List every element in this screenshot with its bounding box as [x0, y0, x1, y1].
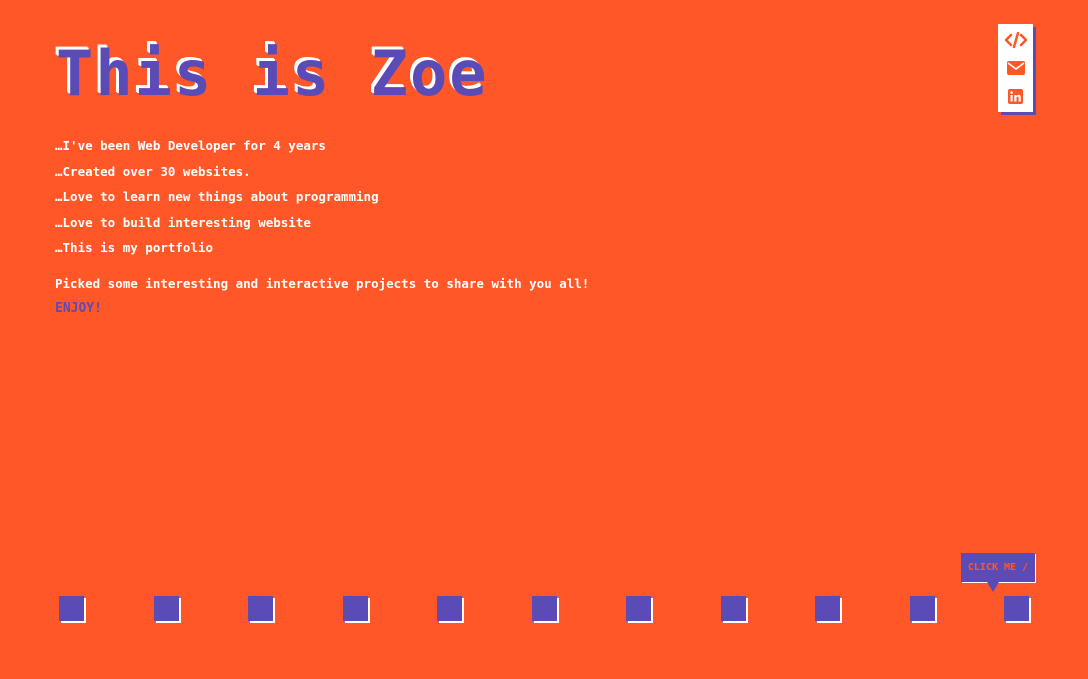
page-title: This is Zoe — [56, 37, 489, 110]
envelope-icon — [1006, 61, 1025, 75]
linkedin-link[interactable] — [1004, 85, 1028, 107]
project-square[interactable] — [248, 596, 273, 621]
project-square-last[interactable] — [1004, 596, 1029, 621]
project-square[interactable] — [626, 596, 651, 621]
project-square[interactable] — [815, 596, 840, 621]
bio-list: …I've been Web Developer for 4 years …Cr… — [55, 133, 379, 261]
project-square[interactable] — [720, 596, 746, 621]
linkedin-icon — [1008, 88, 1023, 104]
bio-line: …Created over 30 websites. — [55, 163, 251, 179]
project-square[interactable] — [153, 596, 179, 621]
project-square[interactable] — [59, 596, 84, 621]
bio-line: …I've been Web Developer for 4 years — [55, 138, 326, 153]
email-link[interactable] — [1004, 57, 1028, 79]
intro-text: Picked some interesting and interactive … — [55, 276, 590, 291]
code-link[interactable] — [1004, 29, 1028, 51]
project-square[interactable] — [342, 596, 368, 621]
project-square[interactable] — [437, 596, 462, 621]
tooltip-tail — [987, 582, 999, 592]
bio-line: …Love to learn new things about programm… — [55, 189, 379, 204]
enjoy-link[interactable]: ENJOY! — [55, 299, 102, 319]
click-me-tooltip: CLICK ME / — [961, 553, 1035, 582]
project-squares — [59, 596, 1031, 626]
code-icon — [1004, 32, 1027, 48]
social-links-panel — [998, 24, 1033, 112]
project-square[interactable] — [909, 596, 935, 621]
bio-line: …Love to build interesting website — [55, 214, 311, 230]
bio-line: …This is my portfolio — [55, 240, 214, 255]
project-square[interactable] — [531, 596, 557, 621]
